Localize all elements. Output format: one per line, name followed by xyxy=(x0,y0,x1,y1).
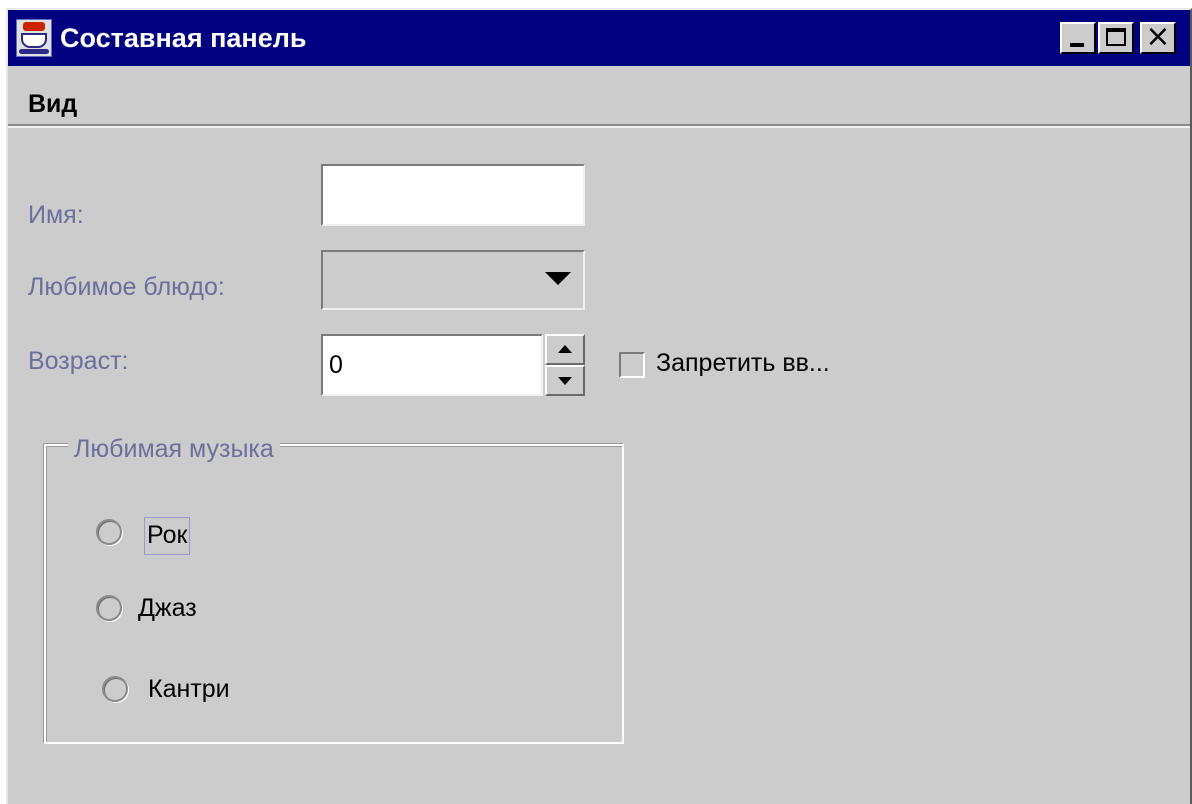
dropdown-arrow-icon[interactable] xyxy=(545,272,571,285)
disable-input-label[interactable]: Запретить вв... xyxy=(656,348,830,378)
radio-country[interactable] xyxy=(102,676,128,702)
name-field[interactable] xyxy=(321,164,585,226)
arrow-down-icon xyxy=(558,377,572,385)
close-icon: × xyxy=(1145,19,1171,54)
favorite-dish-label: Любимое блюдо: xyxy=(28,273,225,301)
age-value: 0 xyxy=(329,351,343,379)
age-decrement-button[interactable] xyxy=(545,365,585,396)
title-bar[interactable]: Составная панель × xyxy=(8,10,1190,66)
age-spinner-field[interactable]: 0 xyxy=(321,334,543,396)
cup-steam xyxy=(23,22,45,31)
radio-rock-label[interactable]: Рок xyxy=(144,517,191,555)
radio-jazz-label[interactable]: Джаз xyxy=(138,593,197,623)
radio-country-label[interactable]: Кантри xyxy=(148,674,230,704)
window-title: Составная панель xyxy=(60,23,307,53)
radio-rock[interactable] xyxy=(96,519,122,545)
arrow-up-icon xyxy=(558,345,572,353)
favorite-dish-select[interactable] xyxy=(321,250,585,310)
close-button[interactable]: × xyxy=(1140,19,1176,54)
favorite-music-title: Любимая музыка xyxy=(68,434,280,464)
radio-jazz[interactable] xyxy=(96,595,122,621)
menu-view[interactable]: Вид xyxy=(28,89,77,119)
cup-body xyxy=(21,33,47,48)
disable-input-checkbox[interactable] xyxy=(619,352,645,378)
maximize-button[interactable] xyxy=(1098,22,1134,54)
age-increment-button[interactable] xyxy=(545,334,585,365)
minimize-button[interactable] xyxy=(1060,22,1096,54)
application-window: Составная панель × Вид Имя: Любимое блюд… xyxy=(6,8,1192,804)
cup-saucer xyxy=(19,49,49,54)
age-label: Возраст: xyxy=(28,347,129,375)
minimize-icon xyxy=(1070,43,1084,47)
java-coffee-cup-icon[interactable] xyxy=(16,19,52,57)
name-label: Имя: xyxy=(28,201,84,229)
favorite-music-group xyxy=(44,444,624,744)
menu-bar: Вид xyxy=(8,66,1190,128)
maximize-icon xyxy=(1106,28,1126,46)
